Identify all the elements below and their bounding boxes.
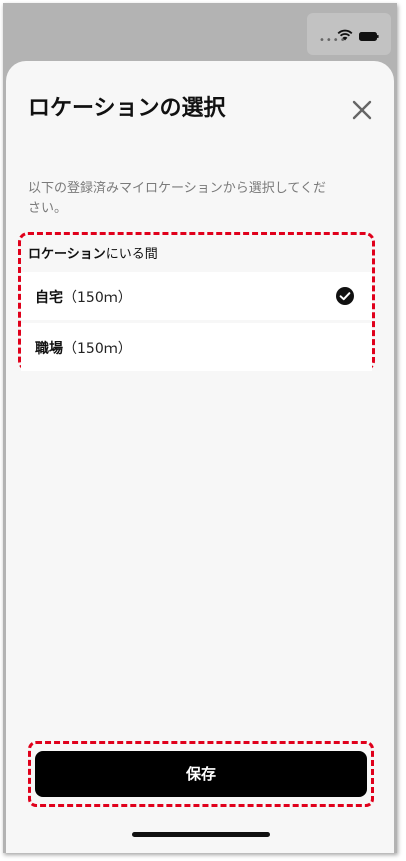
- wifi-icon: [337, 29, 353, 41]
- location-name: 自宅: [35, 290, 63, 306]
- location-item-home[interactable]: 自宅（150ｍ）: [21, 272, 372, 320]
- location-item-label: 職場（150ｍ）: [35, 338, 132, 358]
- battery-icon: [359, 32, 379, 41]
- location-item-label: 自宅（150ｍ）: [35, 287, 132, 307]
- close-icon[interactable]: [349, 97, 375, 123]
- home-indicator[interactable]: [132, 832, 270, 837]
- location-distance: （150ｍ）: [63, 341, 132, 357]
- save-button[interactable]: 保存: [35, 751, 367, 797]
- location-distance: （150ｍ）: [63, 290, 132, 306]
- sheet-description: 以下の登録済みマイロケーションから選択してくだ さい。: [28, 181, 326, 216]
- section-label: ロケーションにいる間: [28, 243, 158, 262]
- location-picker-sheet: ロケーションの選択 以下の登録済みマイロケーションから選択してくだ さい。 ロケ…: [6, 61, 394, 853]
- section-label-rest: にいる間: [105, 247, 158, 262]
- status-bar: ••••: [307, 13, 391, 55]
- location-item-work[interactable]: 職場（150ｍ）: [21, 323, 372, 371]
- section-label-bold: ロケーション: [28, 247, 106, 262]
- phone-frame: •••• ロケーションの選択 以下の登録済みマイロケーションから選択してくだ さ…: [3, 3, 397, 853]
- location-name: 職場: [35, 341, 63, 357]
- sheet-title: ロケーションの選択: [28, 96, 226, 121]
- check-circle-icon: [336, 287, 354, 305]
